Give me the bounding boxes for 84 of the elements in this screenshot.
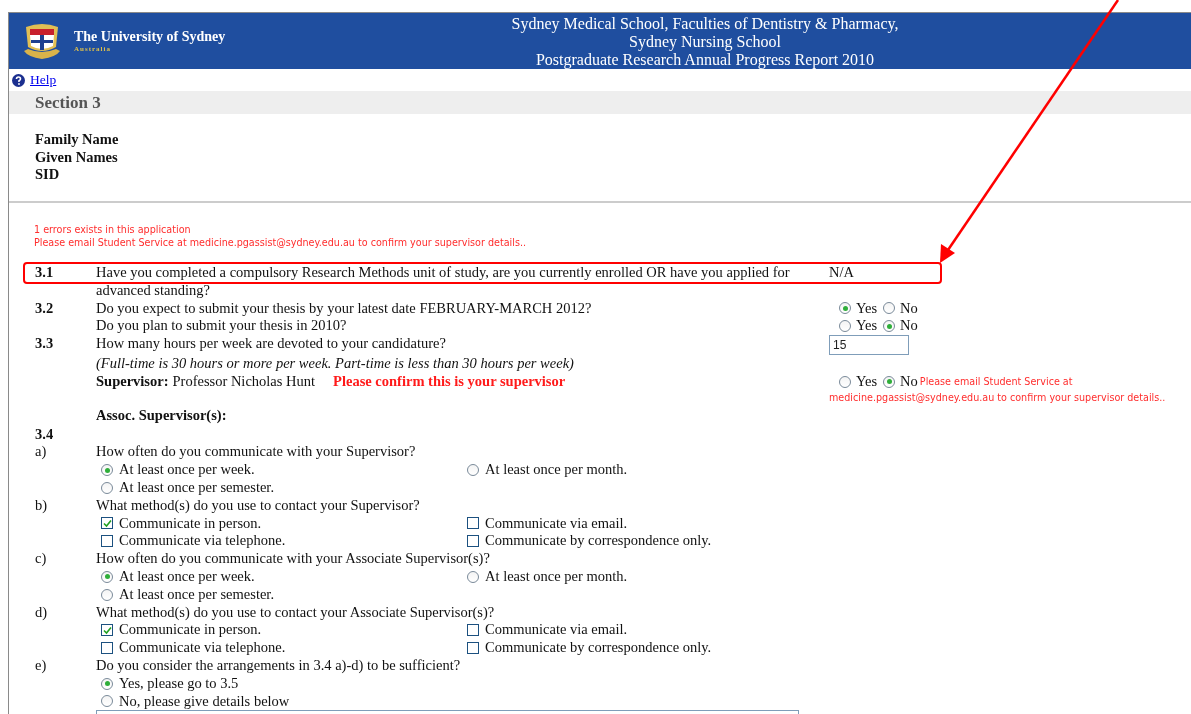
supervisor-name: Professor Nicholas Hunt [172, 373, 316, 391]
supervisor-warning: Please confirm this is your supervisor [333, 373, 566, 391]
option-label: Communicate via telephone. [119, 532, 286, 551]
checkbox[interactable] [101, 517, 113, 530]
part-letter: b) [35, 496, 48, 513]
question-text: Do you plan to submit your thesis in 2010? [96, 317, 347, 336]
supervisor-label: Supervisor: [96, 373, 169, 391]
section-title: Section 3 [35, 91, 101, 114]
part-letter: e) [35, 656, 47, 673]
option-label: Communicate in person. [119, 621, 262, 640]
radio-button[interactable] [839, 375, 851, 388]
checkbox[interactable] [467, 642, 479, 655]
option-label: Communicate via email. [485, 514, 628, 533]
checkbox[interactable] [467, 535, 479, 548]
checkbox[interactable] [101, 624, 113, 637]
question-text: How many hours per week are devoted to your candidature? [96, 335, 446, 353]
part-letter: a) [35, 443, 47, 460]
radio-button[interactable] [101, 677, 113, 690]
question-text: Do you expect to submit your thesis by your latest date FEBRUARY-MARCH 2012? [96, 299, 592, 318]
radio-button[interactable] [101, 588, 113, 601]
checkbox[interactable] [101, 642, 113, 655]
question-number: 3.1 [35, 264, 54, 280]
checkbox[interactable] [467, 624, 479, 637]
field-label: SID [35, 166, 61, 184]
option-label: No [900, 373, 918, 391]
radio-button[interactable] [883, 320, 896, 333]
option-label: Communicate by correspondence only. [485, 532, 712, 551]
question-text: Have you completed a compulsory Research Methods unit of study, are you currently enrolled OR have you applied for [96, 264, 790, 280]
checkbox[interactable] [101, 535, 113, 548]
question-text: advanced standing? [96, 281, 210, 300]
header-title: Sydney Medical School, Faculties of Dentistry & Pharmacy, [511, 14, 899, 33]
question-text: What method(s) do you use to contact your Associate Supervisor(s)? [96, 603, 495, 622]
checkbox[interactable] [467, 517, 479, 530]
option-label: Yes [856, 299, 878, 318]
radio-button[interactable] [883, 302, 896, 315]
university-name: The University of Sydney [74, 28, 226, 45]
radio-button[interactable] [839, 302, 851, 315]
option-label: Yes, please go to 3.5 [119, 674, 239, 693]
note-text: (Full-time is 30 hours or more per week. Part-time is less than 30 hours per week) [96, 355, 574, 373]
subheading: Assoc. Supervisor(s): [96, 406, 227, 425]
radio-button[interactable] [101, 695, 113, 708]
radio-button[interactable] [839, 320, 851, 333]
error-message: Please email Student Service at medicine.pgassist@sydney.edu.au to confirm your supervisor details.. [34, 236, 527, 249]
option-label: At least once per semester. [119, 478, 274, 497]
question-number: 3.3 [35, 335, 54, 352]
option-label: Communicate via email. [485, 621, 628, 640]
option-label: Yes [856, 373, 878, 391]
error-message: medicine.pgassist@sydney.edu.au to confirm your supervisor details.. [829, 390, 1167, 405]
question-text: How often do you communicate with your Associate Supervisor(s)? [96, 550, 490, 568]
option-label: At least once per week. [119, 461, 255, 479]
radio-button[interactable] [101, 481, 113, 494]
header-title: Sydney Nursing School [629, 32, 781, 51]
option-label: Communicate via telephone. [119, 639, 286, 657]
hours-field[interactable]: 15 [829, 335, 909, 356]
radio-button[interactable] [101, 570, 113, 583]
field-label: Family Name [35, 131, 120, 149]
header-title: Postgraduate Research Annual Progress Report 2010 [535, 50, 875, 69]
option-label: Communicate by correspondence only. [485, 639, 712, 657]
help-icon [12, 73, 25, 87]
radio-button[interactable] [467, 464, 479, 477]
question-number: 3.4 [35, 425, 54, 442]
option-label: At least once per week. [119, 567, 255, 586]
radio-button[interactable] [467, 570, 479, 583]
option-label: At least once per month. [485, 567, 628, 586]
part-letter: d) [35, 603, 48, 620]
part-letter: c) [35, 550, 47, 567]
question-text: How often do you communicate with your Supervisor? [96, 443, 416, 462]
option-label: No, please give details below [119, 692, 290, 711]
option-label: No [900, 317, 918, 336]
field-label: Given Names [35, 148, 119, 166]
option-label: Communicate in person. [119, 514, 262, 533]
option-label: No [900, 299, 918, 318]
error-message: 1 errors exists in this application [34, 223, 192, 236]
radio-button[interactable] [101, 464, 113, 477]
option-label: At least once per semester. [119, 585, 274, 604]
help-link[interactable]: Help [30, 69, 57, 91]
question-text: What method(s) do you use to contact your Supervisor? [96, 496, 420, 515]
option-label: At least once per month. [485, 461, 628, 479]
option-label: Yes [856, 317, 878, 336]
radio-button[interactable] [883, 375, 896, 388]
error-message: Please email Student Service at [919, 375, 1073, 389]
question-number: 3.2 [35, 299, 54, 316]
answer-value: N/A [829, 264, 854, 280]
question-text: Do you consider the arrangements in 3.4 a)-d) to be sufficient? [96, 656, 461, 675]
